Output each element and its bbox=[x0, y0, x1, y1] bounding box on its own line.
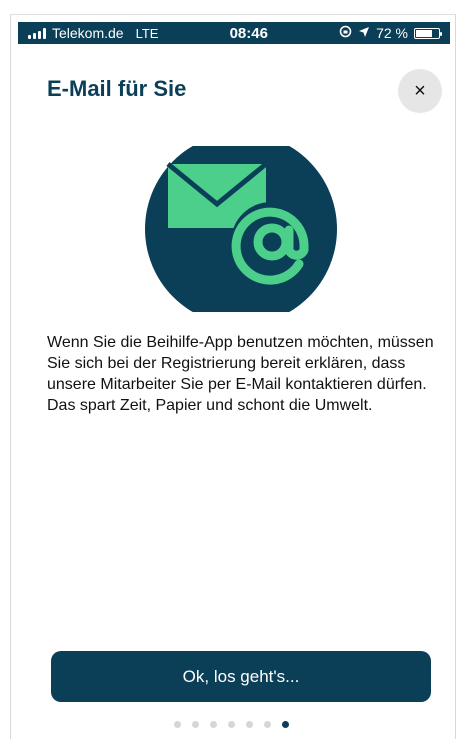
location-icon bbox=[358, 25, 370, 41]
page-title: E-Mail für Sie bbox=[47, 76, 187, 101]
page-dot[interactable] bbox=[282, 721, 289, 728]
info-text: Wenn Sie die Beihilfe-App benutzen möcht… bbox=[47, 334, 434, 414]
close-button[interactable]: × bbox=[398, 69, 442, 113]
status-right: 72 % bbox=[339, 25, 442, 41]
status-bar: Telekom.de LTE 08:46 72 % bbox=[18, 22, 450, 44]
carrier-name: Telekom.de bbox=[52, 25, 124, 41]
battery-percent: 72 % bbox=[376, 25, 408, 41]
status-left: Telekom.de LTE bbox=[28, 25, 158, 41]
at-sign-icon bbox=[231, 202, 311, 285]
page-dot[interactable] bbox=[192, 721, 199, 728]
page-dot[interactable] bbox=[228, 721, 235, 728]
email-illustration bbox=[144, 133, 338, 325]
page-dot[interactable] bbox=[246, 721, 253, 728]
orientation-lock-icon bbox=[339, 25, 352, 41]
page-dot[interactable] bbox=[174, 721, 181, 728]
page-dot[interactable] bbox=[264, 721, 271, 728]
page-dot[interactable] bbox=[210, 721, 217, 728]
network-type: LTE bbox=[135, 25, 159, 41]
status-time: 08:46 bbox=[229, 24, 268, 42]
signal-icon bbox=[28, 27, 46, 39]
battery-icon bbox=[414, 27, 442, 39]
confirm-button[interactable]: Ok, los geht's... bbox=[51, 651, 431, 702]
page-indicator[interactable] bbox=[174, 721, 289, 728]
